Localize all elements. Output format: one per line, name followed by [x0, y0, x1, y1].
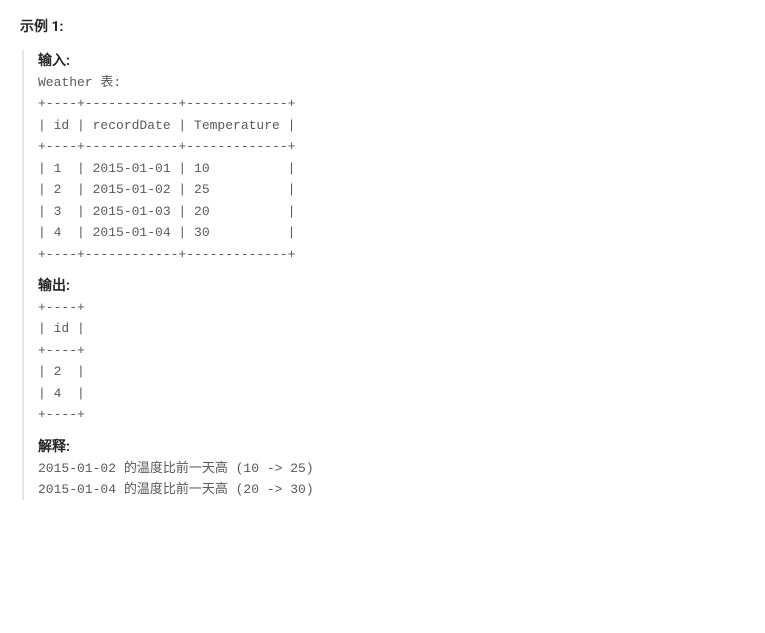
output-content: +----+ | id | +----+ | 2 | | 4 | +----+ — [38, 297, 745, 426]
explanation-content: 2015-01-02 的温度比前一天高 (10 -> 25) 2015-01-0… — [38, 458, 745, 501]
example-block: 输入: Weather 表: +----+------------+------… — [22, 50, 745, 500]
input-content: Weather 表: +----+------------+----------… — [38, 72, 745, 265]
output-label: 输出: — [38, 275, 745, 295]
example-title: 示例 1: — [20, 16, 745, 36]
input-label: 输入: — [38, 50, 745, 70]
explanation-label: 解释: — [38, 436, 745, 456]
example-container: 示例 1: 输入: Weather 表: +----+------------+… — [20, 16, 745, 500]
